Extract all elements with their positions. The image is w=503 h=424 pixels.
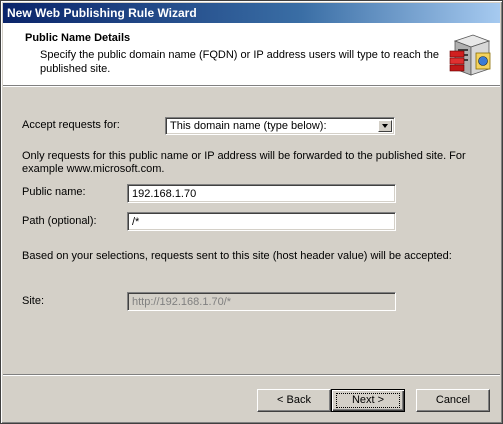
dropdown-button[interactable] (378, 120, 392, 132)
wizard-window: New Web Publishing Rule Wizard Public Na… (0, 0, 503, 424)
accept-requests-value: This domain name (type below): (170, 120, 327, 132)
next-button[interactable]: Next > (331, 389, 405, 412)
path-input[interactable] (127, 212, 396, 231)
site-field (127, 292, 396, 311)
path-label: Path (optional): (22, 215, 97, 227)
public-name-label: Public name: (22, 186, 86, 198)
wizard-server-icon (449, 34, 491, 76)
info-text: Only requests for this public name or IP… (22, 150, 466, 175)
accept-requests-dropdown[interactable]: This domain name (type below): (165, 117, 395, 135)
title-bar[interactable]: New Web Publishing Rule Wizard (3, 3, 500, 23)
site-label: Site: (22, 295, 45, 307)
back-button-label: < Back (277, 394, 311, 406)
next-button-label: Next > (351, 394, 385, 406)
wizard-header: Public Name Details Specify the public d… (3, 23, 500, 85)
header-divider (3, 85, 500, 87)
back-button[interactable]: < Back (257, 389, 331, 412)
page-title: Public Name Details (25, 32, 131, 44)
footer-divider (3, 374, 500, 376)
chevron-down-icon (382, 124, 388, 128)
page-description: Specify the public domain name (FQDN) or… (40, 49, 440, 75)
public-name-input[interactable] (127, 184, 396, 203)
cancel-button-label: Cancel (435, 394, 471, 406)
selection-text: Based on your selections, requests sent … (22, 250, 452, 262)
accept-requests-label: Accept requests for: (22, 119, 120, 131)
cancel-button[interactable]: Cancel (416, 389, 490, 412)
window-title: New Web Publishing Rule Wizard (7, 6, 197, 20)
